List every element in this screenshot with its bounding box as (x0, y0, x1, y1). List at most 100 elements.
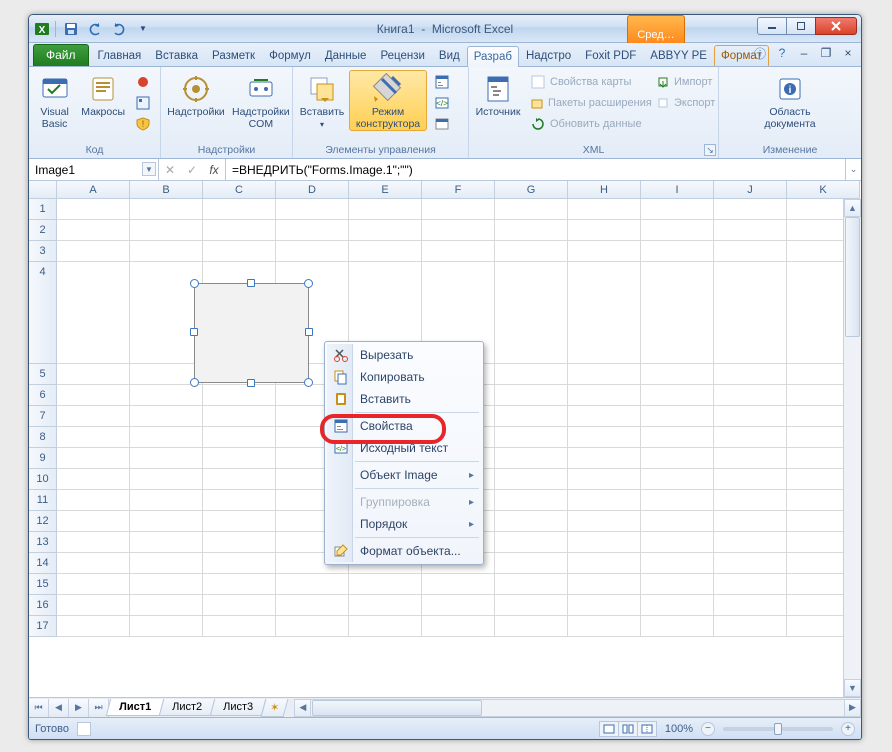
view-pagebreak-icon[interactable] (637, 721, 657, 737)
resize-handle[interactable] (247, 379, 255, 387)
mdi-minimize-icon[interactable]: – (797, 46, 811, 60)
col-header[interactable]: E (349, 181, 422, 199)
ctx-cut[interactable]: Вырезать (327, 344, 481, 366)
col-header[interactable]: F (422, 181, 495, 199)
ctx-copy[interactable]: Копировать (327, 366, 481, 388)
tab-developer[interactable]: Разраб (467, 46, 519, 67)
tab-data[interactable]: Данные (318, 45, 374, 66)
ribbon-minimize-icon[interactable]: ⓘ (753, 46, 767, 60)
select-all-corner[interactable] (29, 181, 57, 199)
sheet-nav-first-icon[interactable]: ⏮ (29, 699, 49, 717)
mdi-close-icon[interactable]: × (841, 46, 855, 60)
col-header[interactable]: J (714, 181, 787, 199)
sheet-nav-prev-icon[interactable]: ◀ (49, 699, 69, 717)
insert-function-icon[interactable]: fx (203, 163, 225, 177)
col-header[interactable]: D (276, 181, 349, 199)
view-normal-icon[interactable] (599, 721, 619, 737)
row-header[interactable]: 12 (29, 511, 57, 532)
macro-record-icon[interactable] (77, 722, 91, 736)
view-pagelayout-icon[interactable] (618, 721, 638, 737)
tab-addins[interactable]: Надстро (519, 45, 578, 66)
col-header[interactable]: G (495, 181, 568, 199)
zoom-in-button[interactable]: + (841, 722, 855, 736)
row-header[interactable]: 2 (29, 220, 57, 241)
col-header[interactable]: C (203, 181, 276, 199)
row-header[interactable]: 17 (29, 616, 57, 637)
row-headers[interactable]: 1 2 3 4 5 6 7 8 9 10 11 12 13 14 15 16 1… (29, 199, 57, 697)
window-minimize-button[interactable] (757, 17, 787, 35)
scroll-down-icon[interactable]: ▼ (844, 679, 861, 697)
xml-import-button[interactable]: Импорт (651, 72, 713, 92)
document-panel-button[interactable]: i Область документа (757, 70, 823, 131)
tab-abbyy[interactable]: ABBYY PE (643, 45, 714, 66)
ctx-image-object[interactable]: Объект Image▸ (327, 464, 481, 486)
ctx-paste[interactable]: Вставить (327, 388, 481, 410)
excel-app-icon[interactable]: X (33, 20, 51, 38)
sheet-tab[interactable]: Лист2 (159, 699, 216, 716)
relative-refs-button[interactable] (130, 93, 156, 113)
resize-handle[interactable] (304, 378, 313, 387)
resize-handle[interactable] (190, 378, 199, 387)
resize-handle[interactable] (190, 328, 198, 336)
macros-button[interactable]: Макросы (78, 70, 128, 120)
zoom-level[interactable]: 100% (665, 723, 693, 735)
insert-control-button[interactable]: Вставить▾ (297, 70, 347, 131)
formula-cancel-icon[interactable]: ✕ (159, 163, 181, 177)
row-header[interactable]: 9 (29, 448, 57, 469)
resize-handle[interactable] (247, 279, 255, 287)
row-header[interactable]: 10 (29, 469, 57, 490)
activex-image-object[interactable] (194, 283, 309, 383)
macro-security-button[interactable]: ! (130, 114, 156, 134)
name-box-dropdown-icon[interactable]: ▼ (142, 162, 156, 176)
horizontal-scrollbar[interactable]: ◀ ▶ (294, 699, 861, 717)
visual-basic-button[interactable]: Visual Basic (33, 70, 76, 131)
scroll-right-icon[interactable]: ▶ (844, 700, 860, 716)
record-macro-button[interactable] (130, 72, 156, 92)
name-box[interactable]: ▼ (29, 159, 159, 180)
resize-handle[interactable] (305, 328, 313, 336)
tab-review[interactable]: Рецензи (373, 45, 431, 66)
row-header[interactable]: 1 (29, 199, 57, 220)
tab-pagelayout[interactable]: Разметк (205, 45, 262, 66)
row-header[interactable]: 13 (29, 532, 57, 553)
row-header[interactable]: 3 (29, 241, 57, 262)
col-header[interactable]: B (130, 181, 203, 199)
tab-insert[interactable]: Вставка (148, 45, 205, 66)
scroll-thumb[interactable] (312, 700, 482, 716)
tab-foxit[interactable]: Foxit PDF (578, 45, 643, 66)
col-header[interactable]: I (641, 181, 714, 199)
row-header[interactable]: 4 (29, 262, 57, 364)
xml-refresh-button[interactable]: Обновить данные (525, 114, 649, 134)
formula-bar-expand-icon[interactable]: ⌄ (845, 159, 861, 180)
qat-redo-icon[interactable] (108, 19, 130, 39)
com-addins-button[interactable]: Надстройки COM (229, 70, 293, 131)
zoom-slider-knob[interactable] (774, 723, 782, 735)
xml-source-button[interactable]: Источник (473, 70, 523, 120)
new-sheet-button[interactable]: ✶ (261, 699, 289, 717)
resize-handle[interactable] (190, 279, 199, 288)
control-properties-button[interactable] (429, 72, 455, 92)
row-header[interactable]: 15 (29, 574, 57, 595)
formula-input[interactable]: =ВНЕДРИТЬ("Forms.Image.1";"") (226, 159, 845, 180)
sheet-nav-next-icon[interactable]: ▶ (69, 699, 89, 717)
sheet-tab-active[interactable]: Лист1 (106, 699, 165, 716)
design-mode-button[interactable]: Режим конструктора (349, 70, 427, 131)
formula-accept-icon[interactable]: ✓ (181, 163, 203, 177)
file-tab[interactable]: Файл (33, 44, 89, 66)
ctx-properties[interactable]: Свойства (327, 415, 481, 437)
tab-formulas[interactable]: Формул (262, 45, 318, 66)
col-header[interactable]: H (568, 181, 641, 199)
scroll-left-icon[interactable]: ◀ (295, 700, 311, 716)
xml-export-button[interactable]: Экспорт (651, 93, 713, 113)
row-header[interactable]: 11 (29, 490, 57, 511)
ctx-view-code[interactable]: </> Исходный текст (327, 437, 481, 459)
window-maximize-button[interactable] (786, 17, 816, 35)
qat-save-icon[interactable] (60, 19, 82, 39)
xml-dialog-launcher[interactable]: ↘ (704, 144, 716, 156)
ctx-order[interactable]: Порядок▸ (327, 513, 481, 535)
column-headers[interactable]: A B C D E F G H I J K (57, 181, 843, 199)
tab-home[interactable]: Главная (91, 45, 149, 66)
xml-expansion-packs-button[interactable]: Пакеты расширения (525, 93, 649, 113)
resize-handle[interactable] (304, 279, 313, 288)
zoom-out-button[interactable]: − (701, 722, 715, 736)
